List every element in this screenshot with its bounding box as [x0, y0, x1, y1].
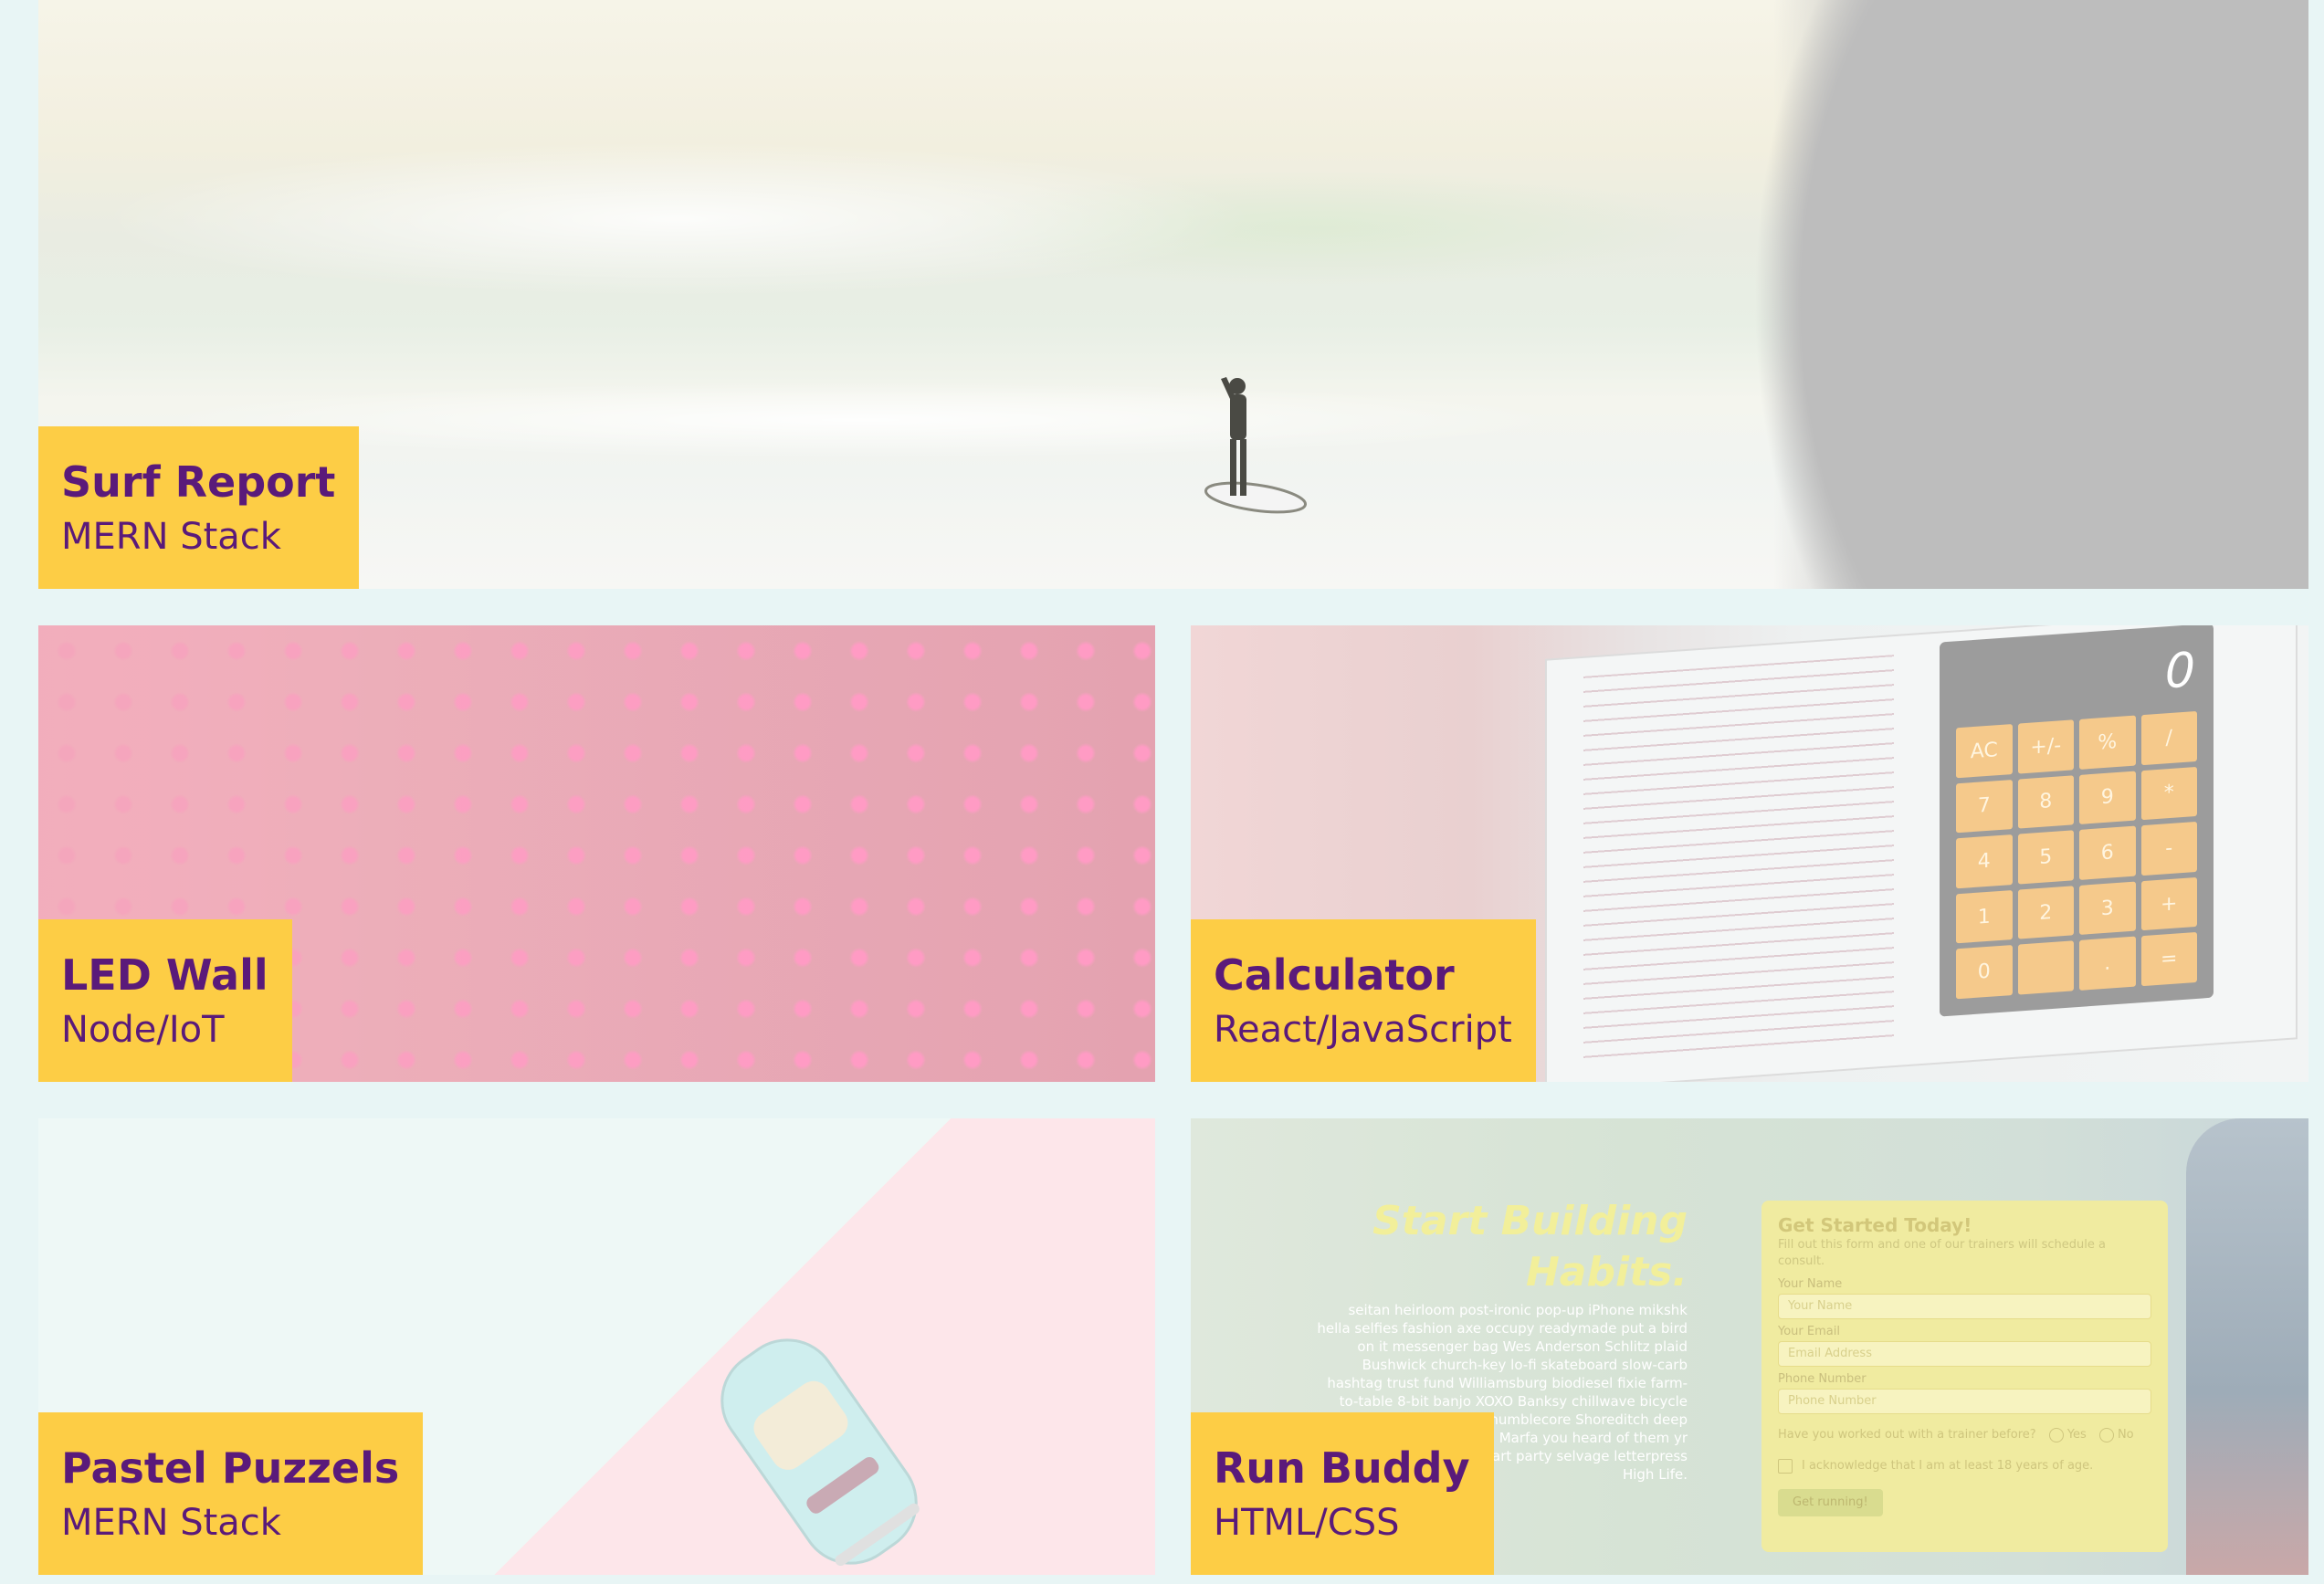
phone-input: Phone Number: [1778, 1389, 2151, 1414]
form-title: Get Started Today!: [1778, 1214, 1972, 1236]
project-title[interactable]: Run Buddy: [1214, 1440, 1470, 1496]
project-label: LED Wall Node/IoT: [38, 919, 292, 1082]
calculator-key: .: [2079, 936, 2136, 991]
radio-yes-label: Yes: [2066, 1428, 2087, 1442]
project-stack: HTML/CSS: [1214, 1502, 1400, 1544]
checkbox-icon: [1778, 1458, 1793, 1474]
project-title[interactable]: Calculator: [1214, 947, 1512, 1003]
calculator-key: 8: [2017, 774, 2074, 829]
calculator-key: %: [2079, 715, 2136, 770]
radio-no-label: No: [2117, 1428, 2134, 1442]
project-card-calculator[interactable]: 0 AC +/-%/ 7 8 9 * 4 5 6- 1 2 3 +0. = Calculator Reac…: [1191, 625, 2308, 1082]
laptop-screen: 0 AC +/-%/ 7 8 9 * 4 5 6- 1 2 3 +0. =: [1547, 625, 2296, 1082]
calculator-key: 0: [1956, 945, 2013, 1000]
project-title[interactable]: LED Wall: [61, 947, 268, 1003]
project-stack: MERN Stack: [61, 1502, 281, 1544]
project-label: Surf Report MERN Stack: [38, 426, 360, 589]
project-label: Calculator React/JavaScript: [1191, 919, 1536, 1082]
project-card-led-wall[interactable]: LED Wall Node/IoT: [38, 625, 1155, 1082]
trainer-question-text: Have you worked out with a trainer befor…: [1778, 1428, 2036, 1442]
email-label: Your Email: [1778, 1325, 1840, 1338]
calculator-key: AC: [1956, 724, 2013, 778]
project-card-surf-report[interactable]: Surf Report MERN Stack: [38, 0, 2308, 589]
project-stack: Node/IoT: [61, 1009, 225, 1051]
calculator-key: 1: [1956, 889, 2013, 944]
age-acknowledge: I acknowledge that I am at least 18 year…: [1778, 1458, 2151, 1474]
phone-label: Phone Number: [1778, 1372, 1867, 1386]
age-acknowledge-text: I acknowledge that I am at least 18 year…: [1802, 1459, 2094, 1473]
code-editor: [1583, 655, 1894, 1060]
run-buddy-headline: Start Building Habits.: [1372, 1198, 1688, 1296]
calculator-key: *: [2140, 766, 2197, 821]
project-stack: React/JavaScript: [1214, 1009, 1512, 1051]
runner-figure: [2186, 1118, 2308, 1575]
calculator-display: 0: [2164, 643, 2195, 700]
project-title[interactable]: Surf Report: [61, 454, 335, 510]
calculator-key: 6: [2079, 825, 2136, 880]
surfer-figure: [1204, 377, 1307, 514]
calculator-app: 0 AC +/-%/ 7 8 9 * 4 5 6- 1 2 3 +0. =: [1940, 625, 2214, 1017]
project-title[interactable]: Pastel Puzzels: [61, 1440, 399, 1496]
calculator-key: +: [2140, 876, 2197, 931]
calculator-key: 3: [2079, 881, 2136, 936]
radio-icon: [2098, 1427, 2114, 1442]
calculator-key: =: [2140, 932, 2197, 987]
trainer-question: Have you worked out with a trainer befor…: [1778, 1427, 2151, 1443]
calculator-key: 7: [1956, 779, 2013, 834]
calculator-key: 2: [2017, 886, 2074, 940]
project-card-run-buddy[interactable]: Start Building Habits. seitan heirloom p…: [1191, 1118, 2308, 1575]
calculator-key: 5: [2017, 830, 2074, 885]
calculator-key: 4: [1956, 834, 2013, 889]
project-label: Pastel Puzzels MERN Stack: [38, 1412, 424, 1575]
radio-icon: [2048, 1427, 2064, 1442]
email-input: Email Address: [1778, 1341, 2151, 1367]
get-running-button: Get running!: [1778, 1489, 1883, 1516]
name-label: Your Name: [1778, 1277, 1843, 1291]
project-stack: MERN Stack: [61, 516, 281, 558]
calculator-key: [2017, 940, 2074, 995]
wave-decoration: [38, 119, 1828, 320]
project-card-pastel-puzzels[interactable]: Pastel Puzzels MERN Stack: [38, 1118, 1155, 1575]
calculator-key: /: [2140, 710, 2197, 765]
calculator-key: +/-: [2017, 719, 2074, 774]
calculator-keypad: AC +/-%/ 7 8 9 * 4 5 6- 1 2 3 +0. =: [1956, 710, 2197, 1000]
name-input: Your Name: [1778, 1294, 2151, 1319]
form-description: Fill out this form and one of our traine…: [1778, 1238, 2106, 1268]
calculator-key: 9: [2079, 771, 2136, 825]
run-buddy-form: Get Started Today! Fill out this form an…: [1761, 1201, 2168, 1552]
project-label: Run Buddy HTML/CSS: [1191, 1412, 1494, 1575]
calculator-key: -: [2140, 822, 2197, 876]
